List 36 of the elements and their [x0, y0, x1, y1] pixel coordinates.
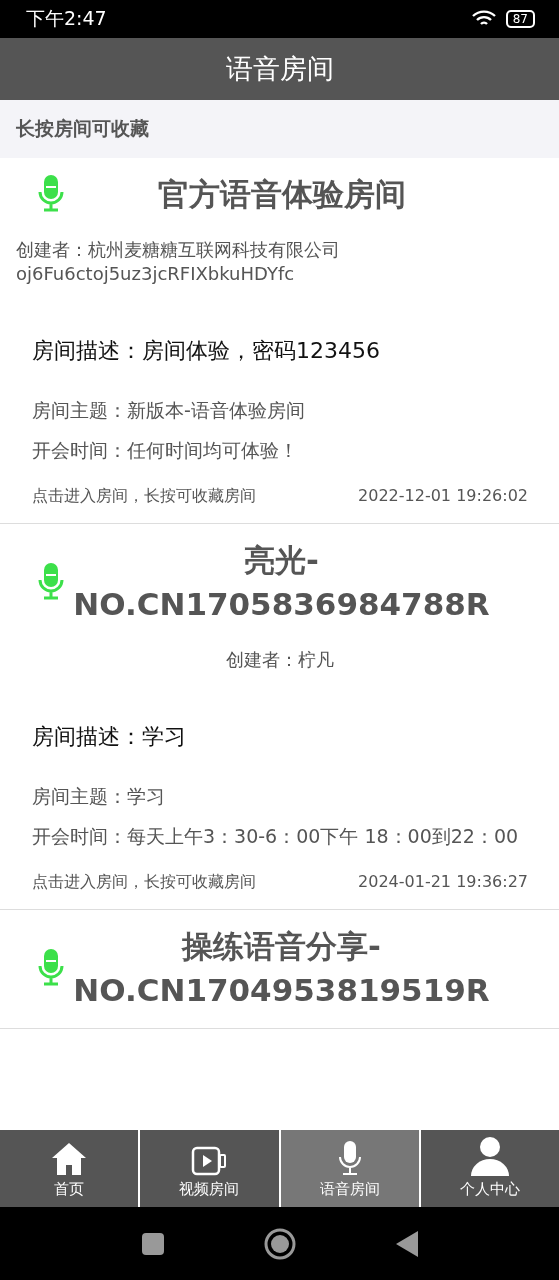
tab-item[interactable]: 个人中心 — [420, 1130, 559, 1207]
room-hint: 点击进入房间，长按可收藏房间 — [32, 872, 256, 893]
microphone-icon — [38, 949, 64, 987]
room-description: 房间描述：学习 — [31, 723, 187, 751]
microphone-icon — [38, 563, 64, 601]
notice-text: 长按房间可收藏 — [0, 100, 559, 158]
battery-indicator: 87 — [505, 10, 535, 28]
room-card[interactable]: 亮光-NO.CN1705836984788R 创建者：柠凡 房间描述：学习 房间主题：学习 开会时间：每天上午3：30-6：00下午 18：00到22：00 点击进入房间，长按可收藏房间 2024-01-21 19:36:27 — [0, 524, 559, 910]
meeting-time: 开会时间：任何时间均可体验！ — [31, 438, 299, 463]
room-title: 亮光-NO.CN1705836984788R — [72, 541, 491, 624]
video-icon — [191, 1146, 228, 1176]
room-card[interactable]: 官方语音体验房间 创建者：杭州麦糖糖互联网科技有限公司oj6Fu6ctoj5uz3jcRFIXbkuHDYfc 房间描述：房间体验，密码123456 房间主题：新版本-语音体验房间 开会时间：任何时间均可体验！ 点击进入房间，长按可收藏房间 2022-12-01 19:26:02 — [0, 158, 559, 524]
microphone-icon — [38, 175, 64, 213]
room-topic: 房间主题：学习 — [31, 784, 166, 809]
status-time: 下午2:47 — [26, 6, 107, 31]
room-hint: 点击进入房间，长按可收藏房间 — [32, 486, 256, 507]
tab-item[interactable]: 视频房间 — [140, 1130, 279, 1207]
page-title: 语音房间 — [0, 38, 559, 100]
room-creator: 创建者：杭州麦糖糖互联网科技有限公司oj6Fu6ctoj5uz3jcRFIXbkuHDYfc — [16, 238, 341, 286]
room-description: 房间描述：房间体验，密码123456 — [31, 337, 381, 365]
meeting-time: 开会时间：每天上午3：30-6：00下午 18：00到22：00 — [31, 824, 520, 849]
tab-item[interactable]: 语音房间 — [280, 1130, 419, 1207]
tab-item[interactable]: 首页 — [0, 1130, 139, 1207]
room-card[interactable]: 操练语音分享-NO.CN1704953819519R — [0, 910, 559, 1029]
recent-apps-icon[interactable] — [141, 1232, 164, 1255]
user-icon — [469, 1136, 510, 1176]
room-title: 操练语音分享-NO.CN1704953819519R — [72, 927, 491, 1010]
home-button-icon[interactable] — [263, 1227, 296, 1260]
room-date: 2022-12-01 19:26:02 — [358, 486, 528, 507]
home-icon — [51, 1142, 88, 1176]
room-creator: 创建者：柠凡 — [225, 648, 334, 672]
room-topic: 房间主题：新版本-语音体验房间 — [31, 398, 306, 423]
room-date: 2024-01-21 19:36:27 — [358, 872, 528, 893]
room-title: 官方语音体验房间 — [156, 175, 407, 214]
back-icon[interactable] — [395, 1230, 418, 1257]
microphone-icon — [337, 1140, 362, 1176]
